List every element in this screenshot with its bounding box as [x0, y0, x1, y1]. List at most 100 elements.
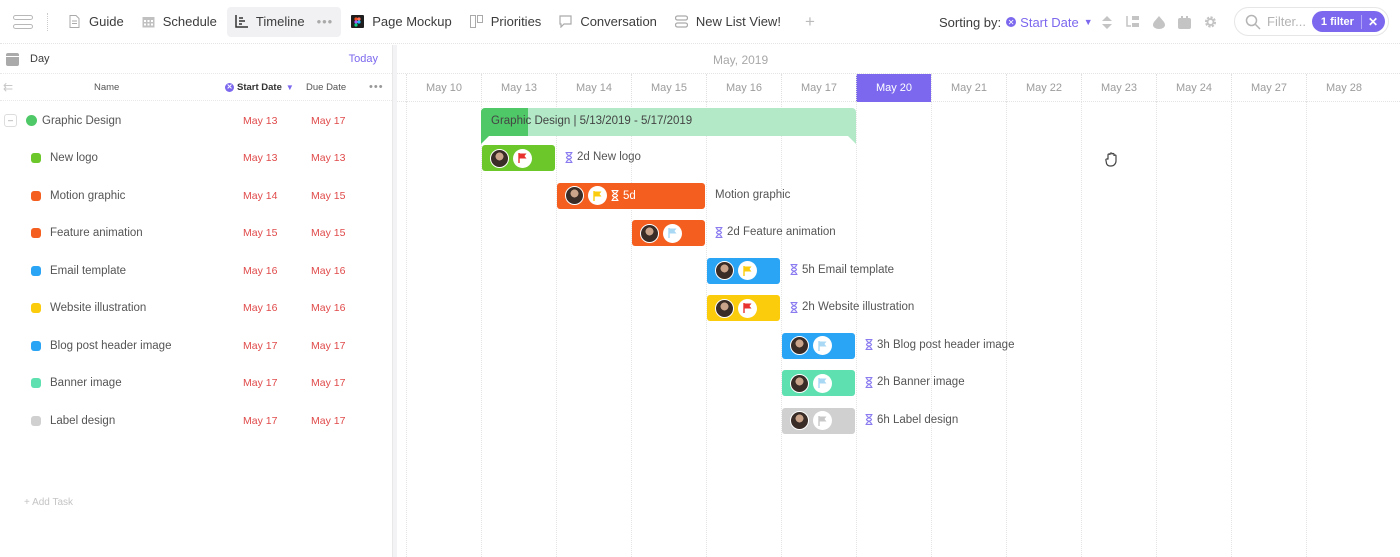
assignee-avatar[interactable] — [790, 411, 809, 430]
task-start-date[interactable]: May 13 — [243, 152, 277, 164]
collapse-panel-icon[interactable]: ⇇ — [3, 81, 18, 93]
task-name[interactable]: Graphic Design — [42, 115, 121, 127]
collapse-group-icon[interactable]: – — [4, 114, 17, 127]
task-group-row[interactable]: – Graphic Design May 13 May 17 — [0, 102, 393, 139]
task-bar[interactable] — [707, 257, 780, 284]
status-dot[interactable] — [31, 153, 41, 163]
task-row[interactable]: Feature animation May 15 May 15 — [0, 215, 393, 252]
task-row[interactable]: Motion graphic May 14 May 15 — [0, 177, 393, 214]
task-row[interactable]: Label design May 17 May 17 — [0, 402, 393, 439]
task-name[interactable]: Motion graphic — [50, 190, 125, 202]
task-name[interactable]: New logo — [50, 152, 98, 164]
clear-filter-icon[interactable]: ✕ — [1360, 14, 1385, 29]
task-bar[interactable] — [707, 295, 780, 321]
task-start-date[interactable]: May 16 — [243, 302, 277, 314]
task-due-date[interactable]: May 16 — [311, 265, 345, 277]
assignee-avatar[interactable] — [490, 148, 509, 168]
assignee-avatar[interactable] — [565, 186, 584, 205]
assignee-avatar[interactable] — [790, 336, 809, 355]
tab-timeline[interactable]: Timeline ••• — [226, 6, 342, 37]
status-dot[interactable] — [31, 378, 41, 388]
task-name[interactable]: Banner image — [50, 377, 122, 389]
priority-flag-icon[interactable] — [513, 148, 532, 168]
task-due-date[interactable]: May 15 — [311, 227, 345, 239]
today-button[interactable]: Today — [349, 53, 378, 65]
filter-input[interactable]: Filter... — [1267, 14, 1312, 29]
task-row[interactable]: Banner image May 17 May 17 — [0, 365, 393, 402]
group-bar[interactable]: Graphic Design | 5/13/2019 - 5/17/2019 — [481, 108, 856, 144]
column-options-icon[interactable]: ••• — [369, 81, 384, 93]
task-name[interactable]: Website illustration — [50, 302, 146, 314]
task-start-date[interactable]: May 13 — [243, 115, 277, 127]
status-dot[interactable] — [31, 340, 41, 351]
task-start-date[interactable]: May 17 — [243, 340, 277, 352]
subtasks-icon[interactable] — [1126, 16, 1139, 29]
tab-schedule[interactable]: Schedule — [134, 7, 225, 37]
add-view-button[interactable]: + — [805, 12, 815, 32]
status-dot[interactable] — [31, 303, 41, 313]
priority-flag-icon[interactable] — [663, 223, 682, 243]
tab-new-list-view[interactable]: New List View! — [667, 7, 789, 37]
clear-sort-icon[interactable]: ✕ — [1006, 17, 1017, 27]
task-bar[interactable] — [782, 370, 855, 396]
calendar-icon[interactable] — [1178, 15, 1191, 29]
task-bar[interactable] — [782, 332, 855, 359]
task-name[interactable]: Blog post header image — [50, 340, 171, 352]
priority-flag-icon[interactable] — [813, 411, 832, 430]
task-start-date[interactable]: May 17 — [243, 415, 277, 427]
filter-count[interactable]: 1 filter — [1312, 16, 1361, 28]
assignee-avatar[interactable] — [640, 223, 659, 243]
tab-page-mockup[interactable]: Page Mockup — [343, 7, 460, 37]
scale-selector[interactable]: Day — [30, 53, 50, 65]
assignee-avatar[interactable] — [790, 373, 809, 393]
tab-more-icon[interactable]: ••• — [317, 14, 334, 29]
priority-flag-icon[interactable] — [588, 186, 607, 205]
add-task-button[interactable]: + Add Task — [24, 497, 73, 508]
clear-sort-icon[interactable]: ✕ — [225, 82, 234, 92]
priority-flag-icon[interactable] — [813, 373, 832, 393]
task-due-date[interactable]: May 17 — [311, 415, 345, 427]
task-start-date[interactable]: May 15 — [243, 227, 277, 239]
task-due-date[interactable]: May 17 — [311, 115, 345, 127]
task-name[interactable]: Email template — [50, 265, 126, 277]
task-bar[interactable]: 5d — [557, 182, 705, 209]
assignee-avatar[interactable] — [715, 261, 734, 280]
status-dot[interactable] — [31, 415, 41, 426]
active-filter-badge[interactable]: 1 filter ✕ — [1311, 11, 1385, 32]
task-due-date[interactable]: May 16 — [311, 302, 345, 314]
task-due-date[interactable]: May 17 — [311, 377, 345, 389]
task-due-date[interactable]: May 17 — [311, 340, 345, 352]
tab-conversation[interactable]: Conversation — [551, 7, 665, 37]
task-bar[interactable] — [482, 145, 555, 171]
column-name[interactable]: Name — [94, 82, 119, 93]
task-name[interactable]: Label design — [50, 415, 115, 427]
task-bar[interactable] — [632, 220, 705, 246]
task-due-date[interactable]: May 13 — [311, 152, 345, 164]
tab-priorities[interactable]: Priorities — [462, 7, 550, 37]
task-bar[interactable] — [782, 407, 855, 434]
column-start-date[interactable]: ✕ Start Date ▼ — [225, 82, 294, 93]
task-row[interactable]: Website illustration May 16 May 16 — [0, 290, 393, 327]
priority-flag-icon[interactable] — [813, 336, 832, 355]
task-row[interactable]: Email template May 16 May 16 — [0, 252, 393, 289]
assignee-avatar[interactable] — [715, 298, 734, 318]
task-name[interactable]: Feature animation — [50, 227, 143, 239]
task-row[interactable]: New logo May 13 May 13 — [0, 140, 393, 177]
timeline-canvas[interactable]: May, 2019 May 10 May 13 May 14 May 15 May 16… — [397, 45, 1400, 557]
settings-gear-icon[interactable] — [1204, 16, 1217, 29]
status-dot[interactable] — [31, 228, 41, 238]
tab-guide[interactable]: Guide — [60, 7, 132, 37]
status-dot[interactable] — [26, 115, 37, 126]
status-dot[interactable] — [31, 265, 41, 276]
priority-flag-icon[interactable] — [738, 298, 757, 318]
color-icon[interactable] — [1152, 15, 1165, 29]
sorting-control[interactable]: Sorting by: ✕ Start Date ▼ — [939, 0, 1093, 44]
sorting-value[interactable]: ✕ Start Date ▼ — [1006, 15, 1093, 30]
column-due-date[interactable]: Due Date — [306, 82, 346, 93]
task-start-date[interactable]: May 17 — [243, 377, 277, 389]
task-due-date[interactable]: May 15 — [311, 190, 345, 202]
status-dot[interactable] — [31, 190, 41, 201]
sort-order-icon[interactable] — [1100, 15, 1113, 29]
task-row[interactable]: Blog post header image May 17 May 17 — [0, 327, 393, 364]
task-start-date[interactable]: May 14 — [243, 190, 277, 202]
